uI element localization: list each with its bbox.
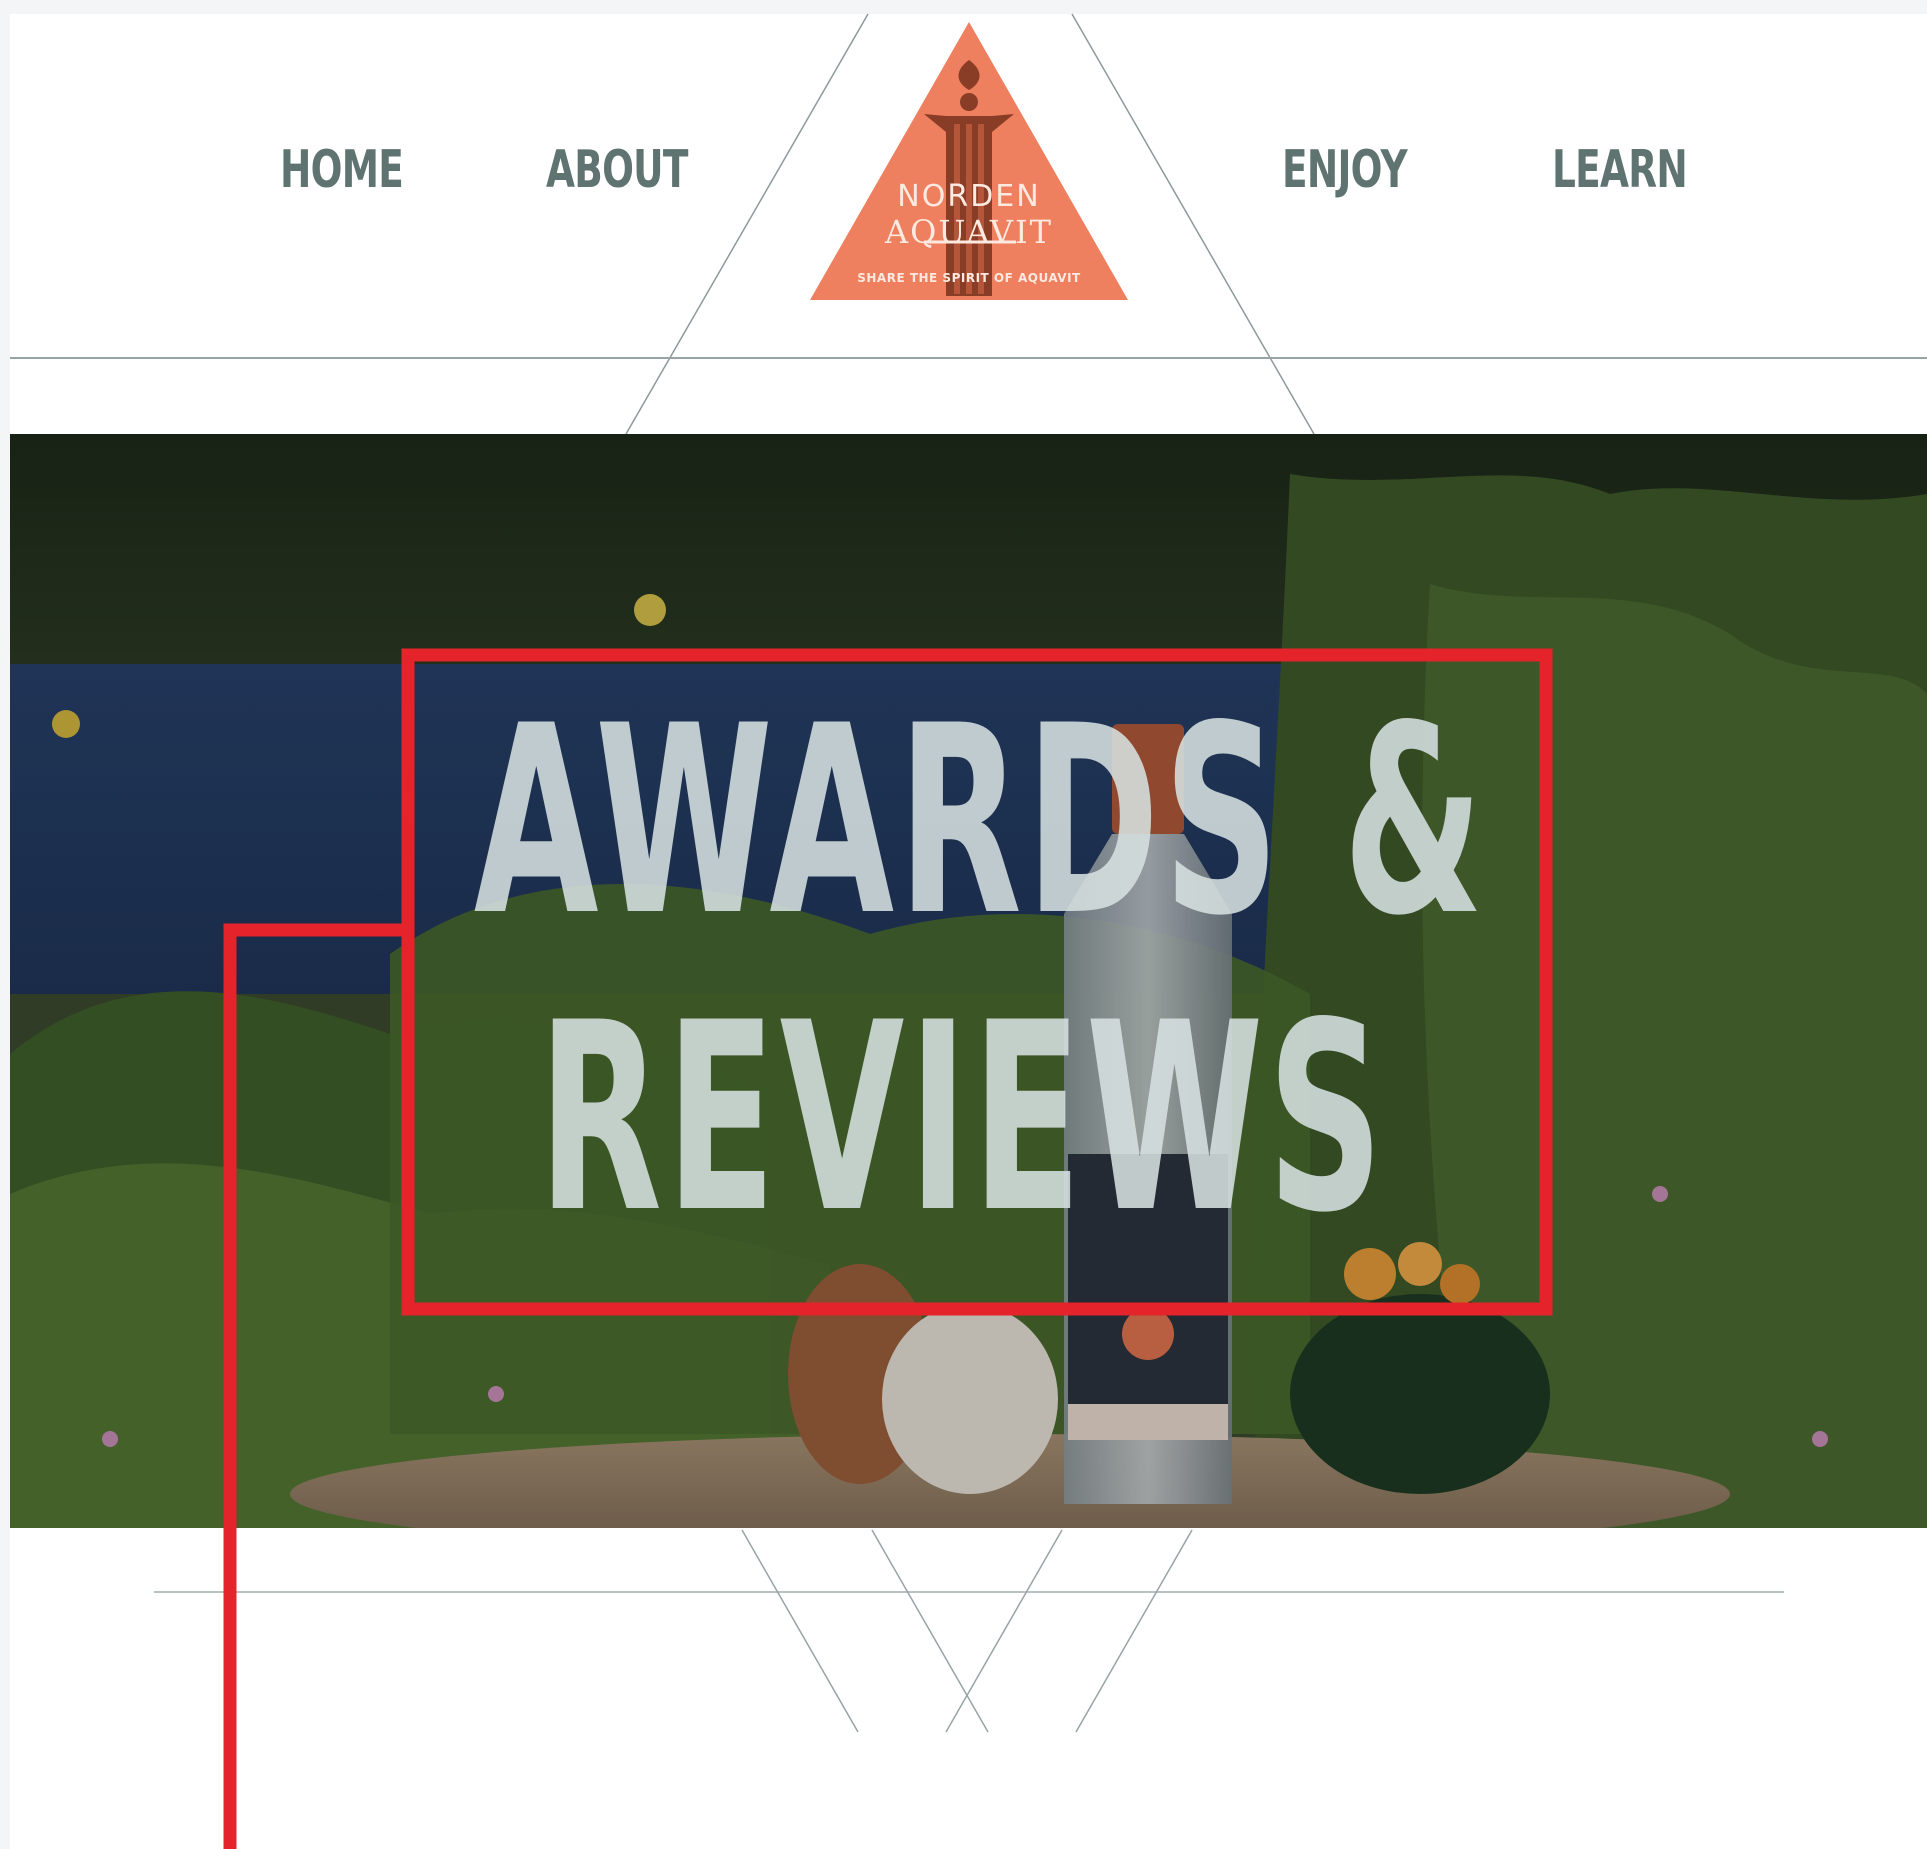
content-area xyxy=(10,1528,1927,1849)
nav-home[interactable]: HOME xyxy=(280,140,404,200)
nav-learn[interactable]: LEARN xyxy=(1552,140,1688,200)
hero-banner: AWARDS & REVIEWS xyxy=(10,434,1927,1528)
nav-enjoy[interactable]: ENJOY xyxy=(1282,140,1408,200)
header-divider xyxy=(10,357,1927,359)
hero-title-line2: REVIEWS xyxy=(537,968,1388,1270)
brand-logo[interactable]: NORDEN AQUAVIT SHARE THE SPIRIT OF AQUAV… xyxy=(806,20,1132,302)
logo-tagline: SHARE THE SPIRIT OF AQUAVIT xyxy=(857,271,1081,285)
page: HOME ABOUT ENJOY LEARN NORDEN AQUAVIT SH… xyxy=(0,0,1927,1849)
logo-name-line2: AQUAVIT xyxy=(885,213,1053,251)
logo-name-line1: NORDEN xyxy=(897,179,1041,214)
hero-title-line1: AWARDS & xyxy=(473,671,1488,973)
nav-about[interactable]: ABOUT xyxy=(546,140,688,200)
logo-triangle-icon xyxy=(810,22,1128,300)
